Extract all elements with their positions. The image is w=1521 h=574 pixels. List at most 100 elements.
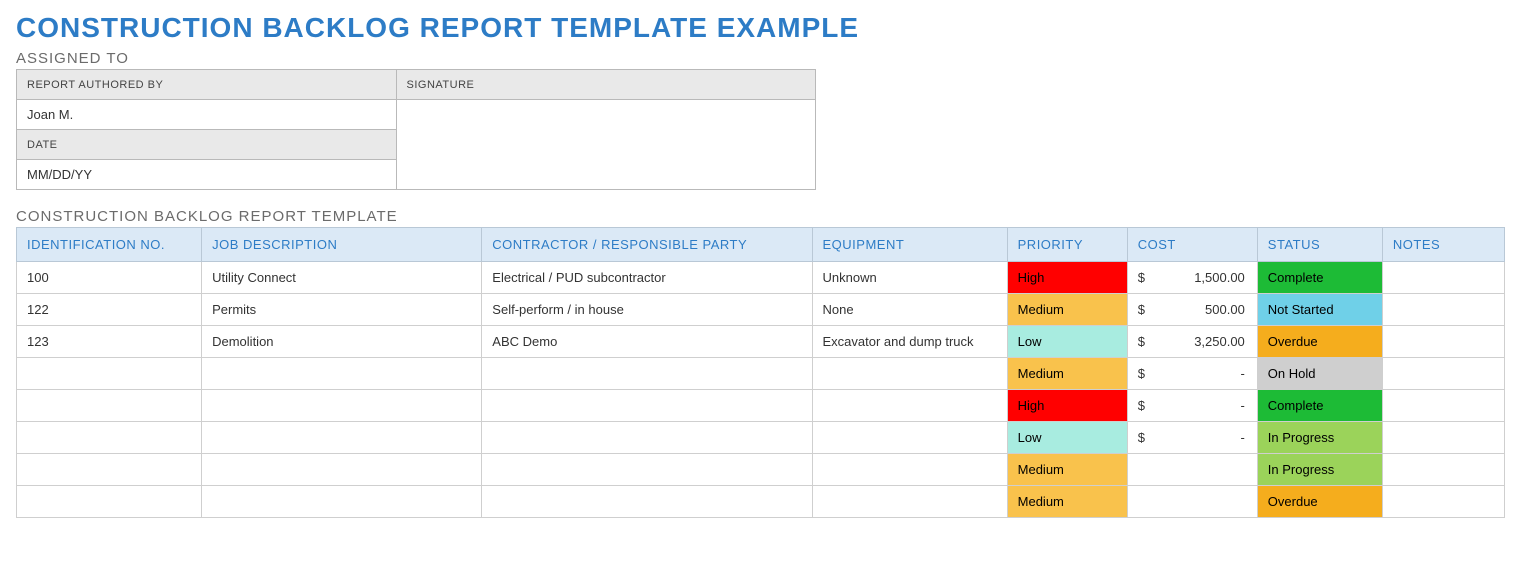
cell-job[interactable]: Demolition: [202, 326, 482, 358]
header-contractor: CONTRACTOR / RESPONSIBLE PARTY: [482, 228, 812, 262]
cell-contractor[interactable]: [482, 358, 812, 390]
table-row: Medium$-On Hold: [17, 358, 1505, 390]
cell-notes[interactable]: [1382, 390, 1504, 422]
header-status: STATUS: [1257, 228, 1382, 262]
cell-job[interactable]: [202, 486, 482, 518]
cell-status[interactable]: Overdue: [1257, 486, 1382, 518]
cell-id[interactable]: [17, 422, 202, 454]
cell-equipment[interactable]: [812, 422, 1007, 454]
cost-amount: -: [1138, 398, 1247, 413]
cell-contractor[interactable]: Self-perform / in house: [482, 294, 812, 326]
date-value[interactable]: MM/DD/YY: [17, 160, 397, 190]
cell-contractor[interactable]: [482, 422, 812, 454]
currency-symbol: $: [1138, 302, 1145, 317]
cell-priority[interactable]: Medium: [1007, 486, 1127, 518]
cell-notes[interactable]: [1382, 454, 1504, 486]
cell-id[interactable]: [17, 454, 202, 486]
cell-contractor[interactable]: [482, 454, 812, 486]
cell-notes[interactable]: [1382, 486, 1504, 518]
cell-contractor[interactable]: Electrical / PUD subcontractor: [482, 262, 812, 294]
signature-label: SIGNATURE: [396, 70, 815, 100]
cell-contractor[interactable]: ABC Demo: [482, 326, 812, 358]
cell-status[interactable]: In Progress: [1257, 454, 1382, 486]
cell-job[interactable]: [202, 358, 482, 390]
cell-job[interactable]: [202, 390, 482, 422]
cell-priority[interactable]: High: [1007, 262, 1127, 294]
cell-priority[interactable]: Medium: [1007, 358, 1127, 390]
cell-status[interactable]: Complete: [1257, 262, 1382, 294]
cost-amount: -: [1138, 430, 1247, 445]
header-cost: COST: [1127, 228, 1257, 262]
currency-symbol: $: [1138, 366, 1145, 381]
cell-equipment[interactable]: [812, 358, 1007, 390]
cell-status[interactable]: Overdue: [1257, 326, 1382, 358]
cell-priority[interactable]: High: [1007, 390, 1127, 422]
cell-job[interactable]: Utility Connect: [202, 262, 482, 294]
date-label: DATE: [17, 130, 397, 160]
cell-priority[interactable]: Medium: [1007, 454, 1127, 486]
cell-cost[interactable]: $-: [1127, 422, 1257, 454]
cell-cost[interactable]: $3,250.00: [1127, 326, 1257, 358]
currency-symbol: $: [1138, 398, 1145, 413]
cell-contractor[interactable]: [482, 486, 812, 518]
cell-status[interactable]: In Progress: [1257, 422, 1382, 454]
author-label: REPORT AUTHORED BY: [17, 70, 397, 100]
cell-cost[interactable]: $500.00: [1127, 294, 1257, 326]
cell-equipment[interactable]: [812, 390, 1007, 422]
cell-status[interactable]: Complete: [1257, 390, 1382, 422]
cell-id[interactable]: 122: [17, 294, 202, 326]
cell-equipment[interactable]: None: [812, 294, 1007, 326]
cell-id[interactable]: [17, 358, 202, 390]
cell-cost[interactable]: $-: [1127, 390, 1257, 422]
backlog-section-label: CONSTRUCTION BACKLOG REPORT TEMPLATE: [16, 208, 1505, 225]
currency-symbol: $: [1138, 270, 1145, 285]
backlog-header-row: IDENTIFICATION NO. JOB DESCRIPTION CONTR…: [17, 228, 1505, 262]
assigned-table: REPORT AUTHORED BY SIGNATURE Joan M. DAT…: [16, 69, 816, 190]
cell-id[interactable]: [17, 486, 202, 518]
cell-cost[interactable]: $-: [1127, 358, 1257, 390]
table-row: Low$-In Progress: [17, 422, 1505, 454]
page-title: CONSTRUCTION BACKLOG REPORT TEMPLATE EXA…: [16, 12, 1505, 44]
cell-equipment[interactable]: [812, 486, 1007, 518]
table-row: Medium Overdue: [17, 486, 1505, 518]
assigned-section-label: ASSIGNED TO: [16, 50, 1505, 67]
header-notes: NOTES: [1382, 228, 1504, 262]
cell-status[interactable]: Not Started: [1257, 294, 1382, 326]
cell-job[interactable]: [202, 422, 482, 454]
cell-job[interactable]: Permits: [202, 294, 482, 326]
cell-notes[interactable]: [1382, 262, 1504, 294]
cost-amount: 500.00: [1138, 302, 1247, 317]
cell-notes[interactable]: [1382, 358, 1504, 390]
cell-id[interactable]: 123: [17, 326, 202, 358]
table-row: 100Utility ConnectElectrical / PUD subco…: [17, 262, 1505, 294]
header-priority: PRIORITY: [1007, 228, 1127, 262]
cell-status[interactable]: On Hold: [1257, 358, 1382, 390]
cell-id[interactable]: 100: [17, 262, 202, 294]
cell-equipment[interactable]: Unknown: [812, 262, 1007, 294]
cell-equipment[interactable]: Excavator and dump truck: [812, 326, 1007, 358]
cell-cost[interactable]: [1127, 454, 1257, 486]
cell-id[interactable]: [17, 390, 202, 422]
cell-priority[interactable]: Medium: [1007, 294, 1127, 326]
cell-cost[interactable]: [1127, 486, 1257, 518]
table-row: Medium In Progress: [17, 454, 1505, 486]
author-value[interactable]: Joan M.: [17, 100, 397, 130]
cell-notes[interactable]: [1382, 422, 1504, 454]
cost-amount: 1,500.00: [1138, 270, 1247, 285]
cell-priority[interactable]: Low: [1007, 326, 1127, 358]
table-row: 123DemolitionABC DemoExcavator and dump …: [17, 326, 1505, 358]
cell-equipment[interactable]: [812, 454, 1007, 486]
table-row: High$-Complete: [17, 390, 1505, 422]
signature-value[interactable]: [396, 100, 815, 190]
header-job: JOB DESCRIPTION: [202, 228, 482, 262]
cell-priority[interactable]: Low: [1007, 422, 1127, 454]
currency-symbol: $: [1138, 430, 1145, 445]
cell-contractor[interactable]: [482, 390, 812, 422]
cell-notes[interactable]: [1382, 294, 1504, 326]
backlog-table: IDENTIFICATION NO. JOB DESCRIPTION CONTR…: [16, 227, 1505, 518]
header-equipment: EQUIPMENT: [812, 228, 1007, 262]
cell-cost[interactable]: $1,500.00: [1127, 262, 1257, 294]
currency-symbol: $: [1138, 334, 1145, 349]
cell-notes[interactable]: [1382, 326, 1504, 358]
cell-job[interactable]: [202, 454, 482, 486]
